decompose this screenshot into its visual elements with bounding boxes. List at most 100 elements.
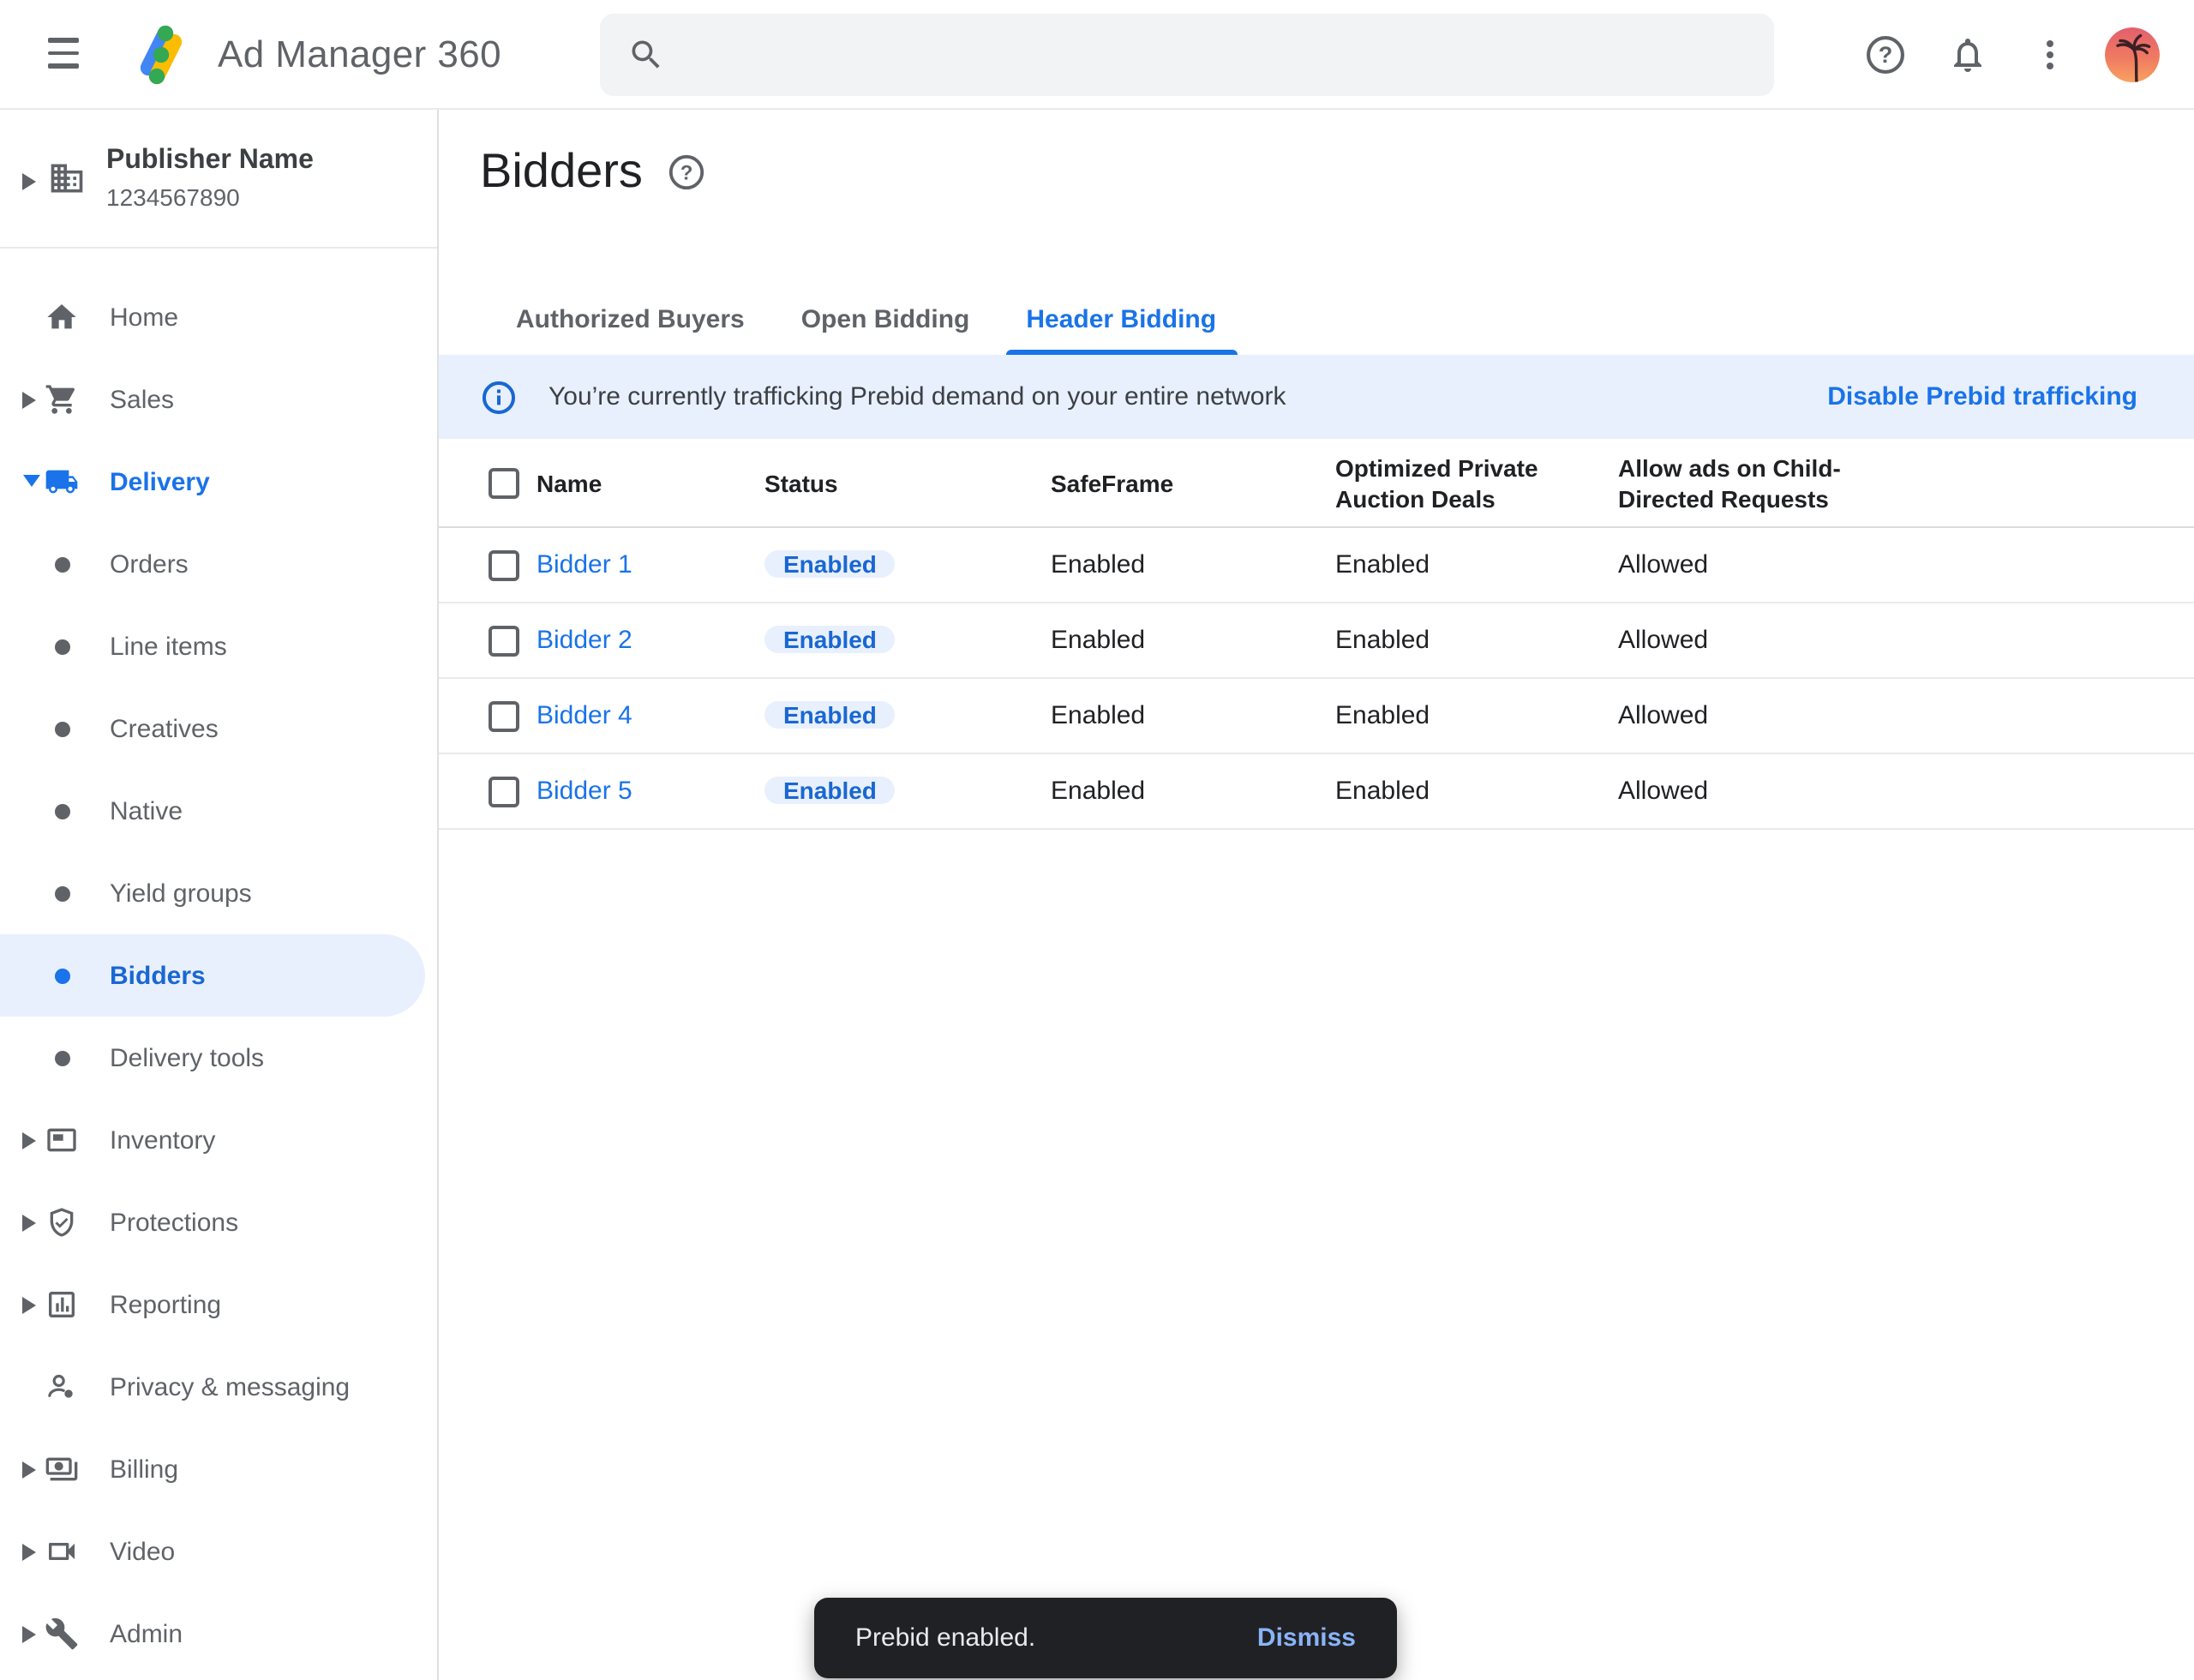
sidebar-item-label: Native	[110, 796, 183, 825]
bidder-link[interactable]: Bidder 1	[537, 550, 764, 579]
table-body: Bidder 1EnabledEnabledEnabledAllowedBidd…	[439, 528, 2194, 830]
avatar[interactable]	[2105, 27, 2160, 82]
table-row-bidder-4: Bidder 4EnabledEnabledEnabledAllowed	[439, 679, 2194, 754]
topbar: Ad Manager 360 ?	[0, 0, 2194, 110]
sidebar-item-privacy-and-messaging[interactable]: Privacy & messaging	[0, 1346, 437, 1428]
notifications-icon	[1947, 34, 1988, 75]
chevron-right-icon	[22, 171, 36, 192]
toast: Prebid enabled. Dismiss	[814, 1598, 1397, 1678]
table-row-bidder-1: Bidder 1EnabledEnabledEnabledAllowed	[439, 528, 2194, 603]
status-badge: Enabled	[764, 626, 896, 653]
bullet-icon	[55, 803, 70, 819]
publisher-id: 1234567890	[106, 183, 240, 211]
sidebar-item-label: Orders	[110, 549, 189, 579]
chevron-right-icon	[22, 1295, 36, 1314]
bidder-link[interactable]: Bidder 4	[537, 701, 764, 730]
sidebar-item-label: Privacy & messaging	[110, 1372, 350, 1401]
sidebar-item-billing[interactable]: Billing	[0, 1428, 437, 1510]
sidebar-item-admin[interactable]: Admin	[0, 1593, 437, 1675]
publisher-name: Publisher Name	[106, 146, 314, 177]
home-icon	[45, 300, 79, 334]
row-checkbox[interactable]	[489, 700, 519, 731]
chevron-right-icon	[22, 1131, 36, 1149]
sidebar-item-label: Delivery tools	[110, 1043, 264, 1072]
column-header-safeframe: SafeFrame	[1051, 467, 1335, 498]
bullet-icon	[55, 639, 70, 654]
toast-dismiss-button[interactable]: Dismiss	[1233, 1610, 1380, 1666]
sidebar-item-native[interactable]: Native	[0, 770, 437, 852]
bullet-icon	[55, 556, 70, 572]
sidebar-item-protections[interactable]: Protections	[0, 1181, 437, 1263]
row-checkbox[interactable]	[489, 776, 519, 807]
row-checkbox[interactable]	[489, 549, 519, 580]
sidebar-item-label: Billing	[110, 1455, 178, 1484]
svg-text:?: ?	[1879, 41, 1893, 68]
chevron-right-icon	[22, 390, 36, 409]
truck-icon	[45, 465, 79, 499]
column-header-allow-ads-on-child-directed-requests: Allow ads on Child-Directed Requests	[1618, 452, 1899, 513]
sidebar-item-reporting[interactable]: Reporting	[0, 1263, 437, 1346]
bidder-link[interactable]: Bidder 2	[537, 626, 764, 655]
inventory-icon	[45, 1123, 79, 1157]
sidebar-item-delivery[interactable]: Delivery	[0, 441, 437, 523]
sidebar-item-bidders[interactable]: Bidders	[0, 934, 425, 1017]
chevron-right-icon	[22, 1213, 36, 1232]
disable-prebid-link[interactable]: Disable Prebid trafficking	[1827, 382, 2137, 411]
sidebar-item-inventory[interactable]: Inventory	[0, 1099, 437, 1181]
chevron-right-icon	[22, 1624, 36, 1643]
tab-open-bidding[interactable]: Open Bidding	[781, 290, 991, 355]
sidebar-nav: Home Sales Delivery Orders Line items Creativ…	[0, 276, 437, 1675]
status-badge: Enabled	[764, 777, 896, 804]
help-icon: ?	[667, 152, 706, 191]
column-header-optimized-private-auction-deals: Optimized Private Auction Deals	[1335, 452, 1616, 513]
select-all-checkbox[interactable]	[489, 467, 519, 498]
info-icon	[480, 378, 518, 416]
search-input[interactable]	[600, 14, 1774, 96]
page-title: Bidders	[480, 144, 643, 199]
safeframe-value: Enabled	[1051, 777, 1335, 806]
table-header: NameStatusSafeFrameOptimized Private Auc…	[439, 439, 2194, 528]
video-icon	[45, 1534, 79, 1569]
child-directed-value: Allowed	[1618, 701, 2194, 730]
row-checkbox[interactable]	[489, 625, 519, 656]
chevron-down-icon	[22, 475, 41, 489]
sidebar-item-orders[interactable]: Orders	[0, 523, 437, 605]
bullet-icon	[55, 968, 70, 983]
tab-header-bidding[interactable]: Header Bidding	[1005, 290, 1237, 355]
publisher-selector[interactable]: Publisher Name 1234567890	[0, 110, 437, 249]
sidebar-item-label: Video	[110, 1537, 175, 1566]
bidder-link[interactable]: Bidder 5	[537, 777, 764, 806]
sidebar-item-label: Line items	[110, 632, 227, 661]
safeframe-value: Enabled	[1051, 701, 1335, 730]
sidebar-item-yield-groups[interactable]: Yield groups	[0, 852, 437, 934]
status-badge: Enabled	[764, 550, 896, 578]
more-vert-icon	[2029, 34, 2071, 75]
sidebar-item-label: Yield groups	[110, 879, 252, 908]
sidebar-item-creatives[interactable]: Creatives	[0, 687, 437, 770]
sidebar-item-label: Inventory	[110, 1125, 215, 1155]
sidebar-item-delivery-tools[interactable]: Delivery tools	[0, 1017, 437, 1099]
sidebar-item-sales[interactable]: Sales	[0, 358, 437, 441]
sidebar-item-label: Admin	[110, 1619, 183, 1648]
ad-manager-app: Ad Manager 360 ?	[0, 0, 2194, 1680]
table-row-bidder-2: Bidder 2EnabledEnabledEnabledAllowed	[439, 603, 2194, 679]
optimized-private-auction-deals-value: Enabled	[1335, 626, 1618, 655]
bullet-icon	[55, 721, 70, 736]
billing-icon	[45, 1452, 79, 1486]
menu-button[interactable]	[38, 27, 89, 79]
sidebar-item-label: Creatives	[110, 714, 219, 743]
tab-bar: Authorized BuyersOpen BiddingHeader Bidd…	[495, 290, 1252, 355]
page-help-button[interactable]: ?	[667, 152, 706, 191]
sidebar-item-home[interactable]: Home	[0, 276, 437, 358]
help-button[interactable]: ?	[1851, 21, 1920, 89]
building-icon	[48, 159, 86, 197]
notifications-button[interactable]	[1933, 21, 2002, 89]
sidebar-item-label: Home	[110, 303, 178, 332]
sidebar-item-label: Delivery	[110, 467, 210, 496]
tab-authorized-buyers[interactable]: Authorized Buyers	[495, 290, 765, 355]
ad-manager-logo	[127, 21, 195, 89]
table-row-bidder-5: Bidder 5EnabledEnabledEnabledAllowed	[439, 754, 2194, 830]
sidebar-item-video[interactable]: Video	[0, 1510, 437, 1593]
more-options-button[interactable]	[2016, 21, 2084, 89]
sidebar-item-line-items[interactable]: Line items	[0, 605, 437, 687]
